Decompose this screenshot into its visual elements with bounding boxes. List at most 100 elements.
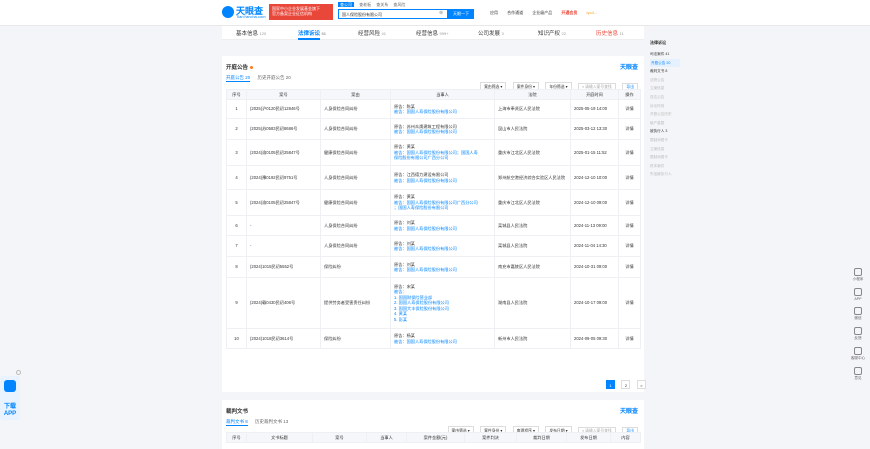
detail-link[interactable]: 详情 [618,165,641,190]
hearing-time: 2024-11-13 09:00 [570,215,619,236]
defendant[interactable]: 被告：国国人寿保险股份有限公司 [394,267,491,272]
service-button[interactable]: 客服中心 [848,347,868,361]
detail-link[interactable]: 详情 [618,215,641,236]
case-number-link[interactable]: (2024)渝0105民初25847号 [246,139,321,166]
row-number: 10 [226,328,247,349]
row-number: 5 [226,189,247,216]
wechat-button[interactable]: 微信 [848,307,868,321]
court-name: 重庆市江北区人民法院 [494,139,571,166]
search-input[interactable]: 国人保险股份有限公司 [338,9,448,19]
defendant[interactable]: 被告：国国人寿保险股份有限公司 [394,339,491,344]
site-logo[interactable]: 天眼查 TianYancha.com [222,4,266,20]
section-nav-item[interactable]: 开庭公告历史 [650,110,680,119]
tab-legal[interactable]: 法律诉讼 91 [298,29,326,37]
search-type-tabs: 查公司 查老板 查关系 查风险 [338,2,409,8]
section-nav-item[interactable]: 法院公告 [650,76,680,85]
detail-link[interactable]: 详情 [618,118,641,140]
row-number: 8 [226,256,247,278]
subtab-history[interactable]: 历史裁判文书 13 [255,419,288,424]
table-row: 3 (2024)渝0105民初25847号 健康保险合同纠纷 原告：黄某 被告：国国人寿… [226,139,641,166]
tab-basic-info[interactable]: 基本信息 120 [236,29,266,37]
hearing-time: 2024-12-10 09:00 [570,189,619,216]
case-number-link[interactable]: (2024)豫0192民初9751号 [246,165,321,190]
section-nav-item[interactable]: 终本案件 [650,162,680,171]
defendant[interactable]: 被告：国国人寿保险股份有限公司 [394,178,491,183]
tab-history[interactable]: 历史信息 11 [596,29,624,37]
case-number-link[interactable]: (2025)沪0120民初12846号 [246,99,321,119]
defendant[interactable]: 被告：国国人寿保险股份有限公司 [394,226,491,231]
defendant[interactable]: 被告：国国人寿保险股份有限公司 [394,129,491,134]
subtab-current[interactable]: 裁判文书 8 [226,419,248,426]
page-button[interactable]: 1 [606,380,615,389]
mini-program-button[interactable]: 小程序 [848,268,868,282]
nav-enterprise[interactable]: 企业级产品 [532,10,552,15]
feedback-button[interactable]: 反馈 [848,327,868,341]
section-nav-item[interactable]: 司法案件 41 [650,50,680,59]
tab-count: 3 [501,31,504,36]
section-nav-item[interactable]: 失信被执行人 [650,170,680,179]
tab-development[interactable]: 公司发展 3 [478,29,504,37]
section-nav-item[interactable]: 限制消费令 [650,153,680,162]
col-header: 裁判日期 [516,432,567,443]
promo-banner[interactable]: 国家中小企业发展基金旗下 官方备案企业征信机构 [269,4,333,20]
rb-label: 客服中心 [850,356,866,360]
case-number-link[interactable]: (2024)赣0430民初406号 [246,277,321,329]
page-button[interactable]: 2 [621,380,631,389]
nav-user[interactable]: tyc4... [587,10,598,15]
col-header: 序号 [226,432,247,443]
section-nav-item[interactable]: 被执行人 3 [650,127,680,136]
search-tab-company[interactable]: 查公司 [338,2,354,7]
search-button[interactable]: 天眼一下 [448,9,474,19]
detail-link[interactable]: 详情 [618,256,641,278]
subtab-history[interactable]: 历史开庭公告 20 [258,75,291,80]
section-nav-item[interactable]: 破产重整 [650,119,680,128]
defendant[interactable]: ；国国人寿保险股份有限公司 [394,205,491,210]
col-header: 案由 [320,89,391,100]
tab-operating-info[interactable]: 经营信息 999+ [416,29,449,37]
section-nav-item[interactable]: 限制消费令 [650,136,680,145]
feedback-icon [854,327,862,335]
detail-link[interactable]: 详情 [618,139,641,166]
tab-operating-risk[interactable]: 经营风险 41 [358,29,386,37]
next-page-button[interactable]: > [636,380,646,389]
tab-ip[interactable]: 知识产权 22 [538,29,566,37]
section-nav-item[interactable]: 开庭公告 20 [650,58,680,68]
tab-label: 知识产权 [538,31,561,37]
section-nav-item[interactable]: 立案信息 [650,145,680,154]
case-number-link[interactable]: (2024)1018民初3614号 [246,328,321,349]
case-cause: 人身保险合同纠纷 [320,165,391,190]
section-nav-item[interactable]: 立案信息 [650,84,680,93]
close-icon[interactable] [16,370,21,375]
subtab-current[interactable]: 开庭公告 20 [226,75,251,82]
detail-link[interactable]: 详情 [618,328,641,349]
search-tab-risk[interactable]: 查风险 [393,2,405,7]
nav-apps[interactable]: 应用 [490,10,498,15]
detail-link[interactable]: 详情 [618,99,641,119]
defendant[interactable]: 5. 彭某 [394,317,491,322]
case-number-link[interactable]: (2024)1015民初5552号 [246,256,321,278]
section-nav-item[interactable]: 诉讼时效 [650,102,680,111]
section-nav-item[interactable]: 裁判文书 8 [650,67,680,76]
defendant[interactable]: 保险股份有限公司广西分公司 [394,155,491,160]
search-tab-boss[interactable]: 查老板 [359,2,371,7]
nav-partner[interactable]: 合作通道 [507,10,523,15]
case-number-link[interactable]: (2024)渝0105民初25847号 [246,189,321,216]
section-nav-item[interactable]: 送达公告 [650,93,680,102]
defendant[interactable]: 被告：国国人寿保险股份有限公司 [394,246,491,251]
section-nav: 法律诉讼 司法案件 41 开庭公告 20 裁判文书 8 法院公告 立案信息 送达公告 诉讼时… [650,40,680,179]
table-row: 1 (2025)沪0120民初12846号 人身保险合同纠纷 原告：陈某 被告：国国人寿… [226,99,641,119]
detail-link[interactable]: 详情 [618,235,641,257]
detail-link[interactable]: 详情 [618,277,641,329]
case-number-link[interactable]: (2025)苏0583民初8686号 [246,118,321,140]
opinion-button[interactable]: 意见 [848,367,868,381]
app-button[interactable]: APP [848,288,868,301]
search-tab-relation[interactable]: 查关系 [376,2,388,7]
download-app-ad[interactable]: 下载 APP [0,370,21,420]
brand-watermark: 天眼查 [619,409,638,415]
col-header: 案号 [312,432,367,443]
defendant[interactable]: 被告：国国人寿保险股份有限公司 [394,109,491,114]
nav-vip[interactable]: 开通会员 [561,10,577,15]
qrcode-icon [854,307,862,315]
clear-search-icon[interactable]: ⊗ [439,10,443,16]
detail-link[interactable]: 详情 [618,189,641,216]
